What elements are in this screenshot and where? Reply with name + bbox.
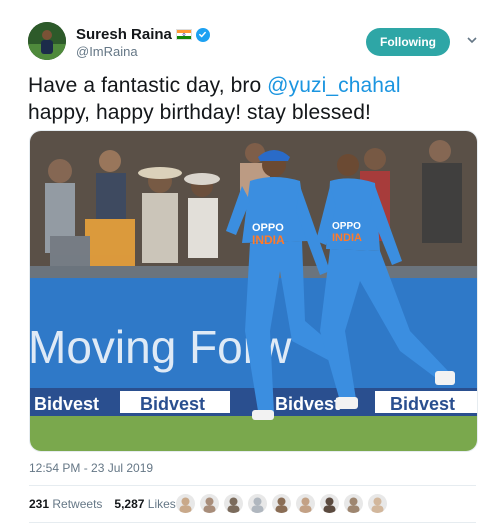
liker-avatar[interactable] bbox=[224, 494, 243, 513]
board-logo: Bidvest bbox=[34, 394, 99, 414]
mention-link[interactable]: @yuzi_chahal bbox=[267, 74, 400, 97]
liker-avatars bbox=[176, 494, 387, 513]
board-logo: Bidvest bbox=[390, 394, 455, 414]
verified-badge-icon bbox=[195, 27, 210, 42]
liker-avatar[interactable] bbox=[272, 494, 291, 513]
tweet-text-part: happy, happy birthday! stay blessed! bbox=[28, 101, 371, 124]
likes-label: Likes bbox=[147, 497, 176, 511]
likes-stat[interactable]: 5,287 Likes bbox=[114, 497, 175, 511]
tweet-photo[interactable]: Moving Forw Bidvest Bidvest Bidvest Bidv… bbox=[29, 130, 478, 452]
india-flag-icon bbox=[175, 29, 192, 40]
divider bbox=[29, 522, 476, 523]
liker-avatar[interactable] bbox=[296, 494, 315, 513]
author-handle[interactable]: @ImRaina bbox=[76, 44, 138, 59]
liker-avatar[interactable] bbox=[320, 494, 339, 513]
tweet-header: Suresh Raina @ImRaina Following bbox=[28, 22, 488, 66]
board-logo: Bidvest bbox=[140, 394, 205, 414]
jersey-text: INDIA bbox=[252, 233, 285, 247]
likes-count: 5,287 bbox=[114, 497, 145, 511]
jersey-text: INDIA bbox=[332, 232, 362, 244]
tweet-stats: 231 Retweets 5,287 Likes bbox=[29, 497, 176, 511]
following-button[interactable]: Following bbox=[366, 28, 450, 56]
liker-avatar[interactable] bbox=[368, 494, 387, 513]
cricket-celebration-photo: Moving Forw Bidvest Bidvest Bidvest Bidv… bbox=[30, 131, 477, 451]
sponsor-text: OPPO bbox=[332, 221, 361, 232]
tweet-timestamp[interactable]: 12:54 PM - 23 Jul 2019 bbox=[29, 461, 153, 475]
liker-avatar[interactable] bbox=[248, 494, 267, 513]
retweets-label: Retweets bbox=[52, 497, 103, 511]
tweet-text-part: Have a fantastic day, bro bbox=[28, 74, 268, 97]
retweets-count: 231 bbox=[29, 497, 50, 511]
author-avatar[interactable] bbox=[28, 22, 66, 60]
divider bbox=[29, 485, 476, 486]
author-name[interactable]: Suresh Raina bbox=[76, 26, 172, 43]
liker-avatar[interactable] bbox=[176, 494, 195, 513]
liker-avatar[interactable] bbox=[200, 494, 219, 513]
retweets-stat[interactable]: 231 Retweets bbox=[29, 497, 102, 511]
chevron-down-icon[interactable] bbox=[464, 32, 480, 48]
tweet-text: Have a fantastic day, bro @yuzi_chahal h… bbox=[28, 72, 488, 126]
liker-avatar[interactable] bbox=[344, 494, 363, 513]
board-logo: Bidvest bbox=[275, 394, 340, 414]
